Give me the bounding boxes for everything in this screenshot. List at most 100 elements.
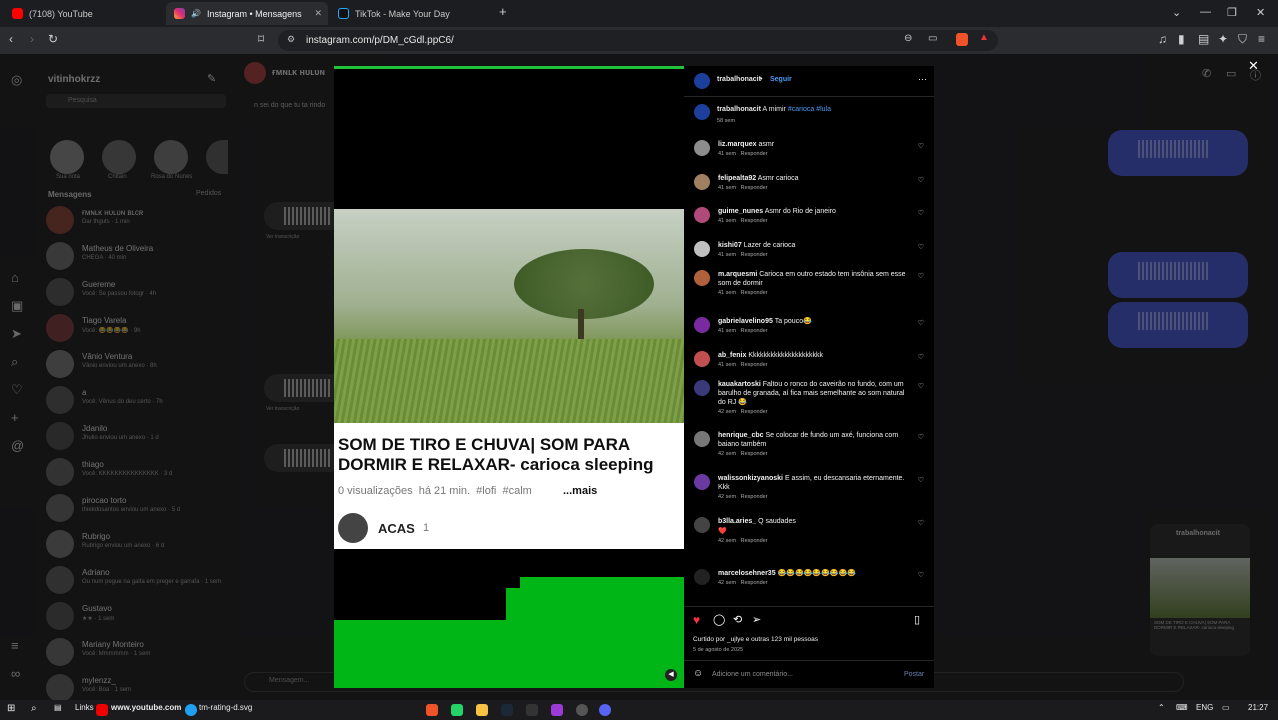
app-icon[interactable] bbox=[551, 704, 563, 716]
share-icon[interactable]: ➢ bbox=[752, 613, 761, 626]
comment-like-icon[interactable]: ♡ bbox=[918, 209, 924, 217]
dm-thread-row[interactable]: Matheus de Oliveira CHEGA · 40 min bbox=[46, 240, 231, 274]
comment-like-icon[interactable]: ♡ bbox=[918, 353, 924, 361]
reply-link[interactable]: Responder bbox=[741, 362, 768, 368]
reply-link[interactable]: Responder bbox=[741, 185, 768, 191]
video-progress-bar[interactable] bbox=[334, 66, 684, 69]
call-icon[interactable]: ✆ bbox=[1202, 67, 1211, 80]
close-window-button[interactable]: ✕ bbox=[1256, 6, 1265, 19]
heart-icon[interactable]: ♡ bbox=[11, 382, 23, 398]
close-modal-icon[interactable]: ✕ bbox=[1248, 58, 1259, 74]
outgoing-voice-message[interactable] bbox=[1108, 302, 1248, 348]
cast-icon[interactable]: ▭ bbox=[928, 33, 937, 44]
new-tab-button[interactable]: + bbox=[499, 4, 507, 19]
comment-like-icon[interactable]: ♡ bbox=[918, 142, 924, 150]
commenter-avatar[interactable] bbox=[694, 517, 710, 533]
media-icon[interactable]: ♫ bbox=[1158, 32, 1167, 46]
comment-like-icon[interactable]: ♡ bbox=[918, 176, 924, 184]
incoming-voice-message[interactable] bbox=[264, 202, 344, 230]
reply-link[interactable]: Responder bbox=[741, 451, 768, 457]
file-explorer-icon[interactable] bbox=[476, 704, 488, 716]
commenter-avatar[interactable] bbox=[694, 569, 710, 585]
commenter-avatar[interactable] bbox=[694, 380, 710, 396]
reply-link[interactable]: Responder bbox=[741, 328, 768, 334]
commenter-avatar[interactable] bbox=[694, 351, 710, 367]
dm-thread-row[interactable]: Rubrigo Rubrigo enviou um anexo · 6 d bbox=[46, 528, 231, 562]
commenter-avatar[interactable] bbox=[694, 207, 710, 223]
bookmark-icon[interactable]: ⌑ bbox=[258, 32, 264, 46]
discord-icon[interactable] bbox=[599, 704, 611, 716]
likes-count[interactable]: Curtido por _ujlye e outras 123 mil pess… bbox=[693, 636, 818, 643]
language-indicator[interactable]: ENG bbox=[1196, 703, 1213, 712]
close-tab-icon[interactable]: ✕ bbox=[314, 8, 322, 19]
commenter-name[interactable]: ab_fenix bbox=[718, 352, 746, 359]
dm-thread-row[interactable]: pirocao torto thiekdosantos enviou um ane… bbox=[46, 492, 231, 526]
dm-thread-row[interactable]: thiago Você: KKKKKKKKKKKKKKK · 3 d bbox=[46, 456, 231, 490]
minimize-button[interactable]: — bbox=[1200, 6, 1211, 18]
site-info-icon[interactable]: ⚙ bbox=[287, 34, 295, 45]
create-icon[interactable]: + bbox=[11, 410, 19, 425]
emoji-icon[interactable]: ☺ bbox=[693, 668, 703, 679]
commenter-avatar[interactable] bbox=[694, 140, 710, 156]
dm-thread-row[interactable]: Gustavo ★★ · 1 sem bbox=[46, 600, 231, 634]
inbox-username[interactable]: vitinhokrzz bbox=[48, 74, 100, 85]
instagram-logo-icon[interactable]: ◎ bbox=[11, 72, 22, 88]
home-icon[interactable]: ⌂ bbox=[11, 270, 19, 285]
reply-link[interactable]: Responder bbox=[741, 290, 768, 296]
more-options-icon[interactable]: ⋯ bbox=[918, 74, 927, 85]
brave-taskbar-icon[interactable] bbox=[426, 704, 438, 716]
note-avatar[interactable] bbox=[206, 140, 228, 174]
caption-hashtags[interactable]: #carioca #lula bbox=[788, 106, 831, 113]
dm-thread-row[interactable]: Jdanilo Jhulio enviou um anexo · 1 d bbox=[46, 420, 231, 454]
task-view-icon[interactable]: ▤ bbox=[54, 703, 62, 712]
app-icon[interactable] bbox=[526, 704, 538, 716]
brave-rewards-icon[interactable]: ▲ bbox=[979, 32, 989, 43]
video-call-icon[interactable]: ▭ bbox=[1226, 67, 1236, 80]
commenter-avatar[interactable] bbox=[694, 317, 710, 333]
compose-icon[interactable]: ✎ bbox=[207, 72, 216, 85]
transcript-link[interactable]: Ver transcrição bbox=[266, 406, 299, 412]
chat-avatar[interactable] bbox=[244, 62, 266, 84]
address-bar[interactable]: ⚙ instagram.com/p/DM_cGdl.ppC6/ ⊖ ▭ ▲ bbox=[278, 30, 998, 51]
dm-thread-row[interactable]: Adriano Ou num pegue na gaita em preger e… bbox=[46, 564, 231, 598]
comment-like-icon[interactable]: ♡ bbox=[918, 243, 924, 251]
reels-icon[interactable]: ▣ bbox=[11, 298, 23, 314]
chat-header-name[interactable]: ғᴍɴʟᴋ ʜᴜʟᴜɴ bbox=[272, 67, 325, 77]
requests-link[interactable]: Pedidos bbox=[196, 190, 221, 197]
youtube-link[interactable]: www.youtube.com bbox=[111, 703, 181, 712]
messages-icon[interactable]: ➤ bbox=[11, 326, 22, 342]
author-avatar[interactable] bbox=[694, 73, 710, 89]
commenter-avatar[interactable] bbox=[694, 431, 710, 447]
caption-author[interactable]: trabalhonacit bbox=[717, 106, 761, 113]
commenter-name[interactable]: kishi07 bbox=[718, 242, 742, 249]
save-icon[interactable]: ▯ bbox=[914, 613, 920, 626]
comment-like-icon[interactable]: ♡ bbox=[918, 433, 924, 441]
search-box[interactable]: Pesquisa bbox=[46, 94, 226, 108]
leo-icon[interactable]: ✦ bbox=[1218, 32, 1228, 46]
author-name[interactable]: trabalhonacit bbox=[717, 76, 761, 83]
comment-like-icon[interactable]: ♡ bbox=[918, 272, 924, 280]
forward-icon[interactable]: › bbox=[30, 32, 34, 46]
repost-icon[interactable]: ⟲ bbox=[733, 613, 742, 626]
url-text[interactable]: instagram.com/p/DM_cGdl.ppC6/ bbox=[306, 35, 454, 46]
comment-input[interactable]: Adicione um comentário... bbox=[712, 671, 793, 678]
wallet-icon[interactable]: ▤ bbox=[1198, 32, 1209, 46]
back-icon[interactable]: ‹ bbox=[9, 32, 13, 46]
follow-button[interactable]: Seguir bbox=[770, 76, 792, 83]
reel-video-player[interactable]: SOM DE TIRO E CHUVA| SOM PARA DORMIR E R… bbox=[334, 66, 684, 688]
comment-icon[interactable]: ◯ bbox=[713, 613, 725, 626]
incoming-voice-message[interactable] bbox=[264, 374, 344, 402]
threads-icon[interactable]: @ bbox=[11, 438, 24, 453]
reply-link[interactable]: Responder bbox=[741, 494, 768, 500]
maximize-button[interactable]: ❐ bbox=[1227, 6, 1237, 19]
dm-thread-row[interactable]: Tiago Varela Você: 😂😂😂😂 · 9h bbox=[46, 312, 231, 346]
reload-icon[interactable]: ↻ bbox=[48, 32, 58, 46]
search-icon[interactable]: ⌕ bbox=[11, 354, 18, 370]
reply-link[interactable]: Responder bbox=[741, 580, 768, 586]
dm-thread-row[interactable]: Mariany Monteiro Você: Mmmmmm · 1 sem bbox=[46, 636, 231, 670]
search-icon[interactable]: ⌕ bbox=[31, 703, 37, 714]
commenter-avatar[interactable] bbox=[694, 474, 710, 490]
zoom-icon[interactable]: ⊖ bbox=[904, 33, 912, 44]
steam-icon[interactable] bbox=[501, 704, 513, 716]
reply-link[interactable]: Responder bbox=[741, 218, 768, 224]
